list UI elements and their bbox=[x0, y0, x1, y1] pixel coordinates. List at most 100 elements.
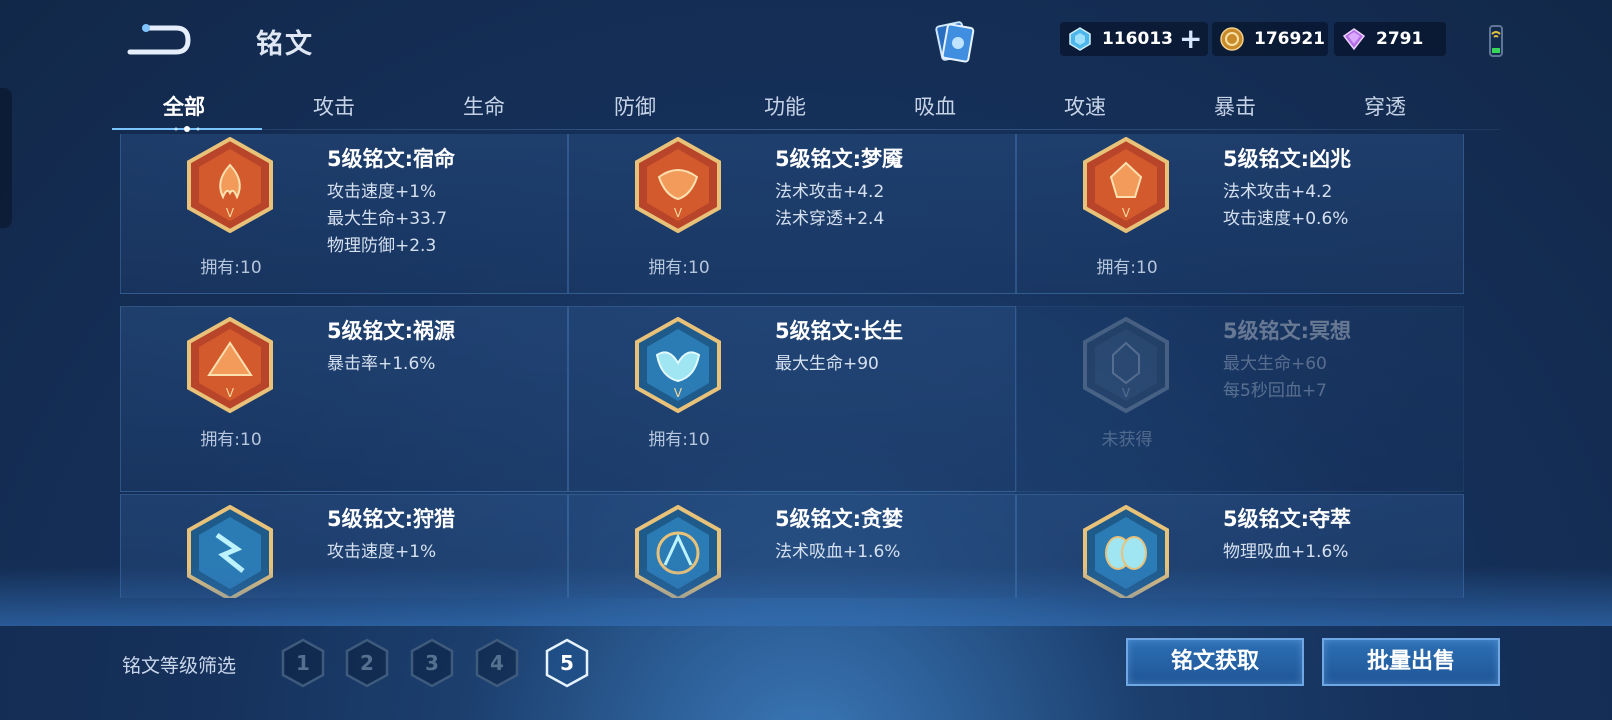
rune-card[interactable]: V 5级铭文:祸源 暴击率+1.6% 拥有:10 bbox=[120, 306, 568, 492]
rune-stats: 最大生命+60 每5秒回血+7 bbox=[1223, 351, 1327, 405]
rune-hunt-icon bbox=[187, 505, 273, 598]
ticket-balance: 116013 + bbox=[1060, 22, 1208, 56]
rune-name: 5级铭文:冥想 bbox=[1223, 319, 1352, 343]
rune-owned-count: 拥有:10 bbox=[648, 258, 710, 278]
tab-health[interactable]: 生命 bbox=[424, 88, 544, 126]
add-currency-button[interactable]: + bbox=[1179, 25, 1202, 53]
rune-name: 5级铭文:长生 bbox=[775, 319, 904, 343]
rune-stats: 物理吸血+1.6% bbox=[1223, 539, 1348, 566]
network-status-icon bbox=[1484, 24, 1508, 58]
rune-card[interactable]: 5级铭文:贪婪 法术吸血+1.6% bbox=[568, 494, 1016, 598]
level-filter-3[interactable]: 3 bbox=[409, 638, 455, 688]
category-tabs: 全部 攻击 生命 防御 功能 吸血 攻速 暴击 穿透 bbox=[112, 88, 1500, 132]
tab-utility[interactable]: 功能 bbox=[725, 88, 845, 126]
rune-name: 5级铭文:夺萃 bbox=[1223, 507, 1352, 531]
level-filter-4[interactable]: 4 bbox=[474, 638, 520, 688]
rune-stat: 最大生命+90 bbox=[775, 354, 879, 374]
level-filter-label: 铭文等级筛选 bbox=[122, 655, 237, 677]
rune-card[interactable]: V 5级铭文:宿命 攻击速度+1% 最大生命+33.7 物理防御+2.3 拥有:… bbox=[120, 134, 568, 294]
level-number: 1 bbox=[296, 651, 310, 675]
rune-stats: 法术攻击+4.2 法术穿透+2.4 bbox=[775, 179, 884, 233]
tab-all[interactable]: 全部 bbox=[124, 88, 244, 126]
back-arrow-icon bbox=[127, 24, 191, 55]
rune-card[interactable]: 5级铭文:狩猎 攻击速度+1% bbox=[120, 494, 568, 598]
rune-stat: 法术穿透+2.4 bbox=[775, 209, 885, 229]
active-tab-indicator bbox=[112, 126, 262, 132]
rune-stats: 暴击率+1.6% bbox=[327, 351, 435, 378]
rune-stat: 法术吸血+1.6% bbox=[775, 542, 901, 562]
rune-card[interactable]: V 5级铭文:长生 最大生命+90 拥有:10 bbox=[568, 306, 1016, 492]
svg-text:V: V bbox=[1122, 386, 1131, 400]
gold-coin-icon bbox=[1220, 27, 1244, 51]
gold-balance: 176921 bbox=[1212, 22, 1328, 56]
rune-fate-icon: V bbox=[187, 137, 273, 233]
ticket-value: 116013 bbox=[1102, 29, 1173, 49]
level-filter-1[interactable]: 1 bbox=[280, 638, 326, 688]
side-handle[interactable] bbox=[0, 88, 12, 228]
rune-stat: 物理吸血+1.6% bbox=[1223, 542, 1349, 562]
rune-name: 5级铭文:凶兆 bbox=[1223, 147, 1352, 171]
page-title: 铭文 bbox=[256, 29, 314, 60]
rune-name: 5级铭文:贪婪 bbox=[775, 507, 904, 531]
rune-greed-icon bbox=[635, 505, 721, 598]
rune-owned-count: 拥有:10 bbox=[200, 430, 262, 450]
rune-name: 5级铭文:宿命 bbox=[327, 147, 456, 171]
bulk-sell-button[interactable]: 批量出售 bbox=[1322, 638, 1500, 686]
svg-text:V: V bbox=[674, 386, 683, 400]
rune-owned-count: 未获得 bbox=[1101, 430, 1153, 450]
rune-name: 5级铭文:狩猎 bbox=[327, 507, 456, 531]
rune-stats: 法术吸血+1.6% bbox=[775, 539, 900, 566]
rune-book-icon[interactable] bbox=[927, 18, 979, 66]
rune-stats: 攻击速度+1% bbox=[327, 539, 436, 566]
rune-stat: 法术攻击+4.2 bbox=[775, 182, 885, 202]
tab-penetration[interactable]: 穿透 bbox=[1325, 88, 1445, 126]
gold-value: 176921 bbox=[1254, 29, 1325, 49]
rune-name: 5级铭文:梦魇 bbox=[775, 147, 904, 171]
level-number: 5 bbox=[560, 651, 574, 675]
diamond-balance: 2791 bbox=[1334, 22, 1446, 56]
rune-stats: 攻击速度+1% 最大生命+33.7 物理防御+2.3 bbox=[327, 179, 447, 260]
diamond-icon bbox=[1342, 28, 1366, 51]
rune-card[interactable]: 5级铭文:夺萃 物理吸血+1.6% bbox=[1016, 494, 1464, 598]
tab-lifesteal[interactable]: 吸血 bbox=[875, 88, 995, 126]
rune-stats: 最大生命+90 bbox=[775, 351, 879, 378]
rune-stat: 攻击速度+1% bbox=[327, 542, 437, 562]
rune-card[interactable]: V 5级铭文:凶兆 法术攻击+4.2 攻击速度+0.6% 拥有:10 bbox=[1016, 134, 1464, 294]
level-number: 2 bbox=[360, 651, 374, 675]
level-number: 3 bbox=[425, 651, 439, 675]
rune-meditation-icon: V bbox=[1083, 317, 1169, 413]
rune-card[interactable]: V 5级铭文:梦魇 法术攻击+4.2 法术穿透+2.4 拥有:10 bbox=[568, 134, 1016, 294]
level-filter-5[interactable]: 5 bbox=[544, 638, 590, 688]
rune-plunder-icon bbox=[1083, 505, 1169, 598]
rune-owned-count: 拥有:10 bbox=[200, 258, 262, 278]
tab-attack-speed[interactable]: 攻速 bbox=[1025, 88, 1145, 126]
level-filter-2[interactable]: 2 bbox=[344, 638, 390, 688]
top-bar: 铭文 116013 + 176921 2791 bbox=[0, 0, 1612, 84]
svg-text:V: V bbox=[1122, 206, 1131, 220]
tabs-divider bbox=[112, 129, 1500, 130]
rune-stat: 每5秒回血+7 bbox=[1223, 381, 1327, 401]
rune-calamity-icon: V bbox=[187, 317, 273, 413]
rune-stat: 最大生命+33.7 bbox=[327, 209, 448, 229]
obtain-runes-button[interactable]: 铭文获取 bbox=[1126, 638, 1304, 686]
rune-stats: 法术攻击+4.2 攻击速度+0.6% bbox=[1223, 179, 1348, 233]
ticket-icon bbox=[1069, 27, 1091, 51]
svg-text:V: V bbox=[226, 386, 235, 400]
rune-card[interactable]: V 5级铭文:冥想 最大生命+60 每5秒回血+7 未获得 bbox=[1016, 306, 1464, 492]
rune-stat: 最大生命+60 bbox=[1223, 354, 1327, 374]
tab-defense[interactable]: 防御 bbox=[575, 88, 695, 126]
svg-text:V: V bbox=[674, 206, 683, 220]
tab-attack[interactable]: 攻击 bbox=[274, 88, 394, 126]
rune-stat: 物理防御+2.3 bbox=[327, 236, 437, 256]
back-button[interactable] bbox=[124, 20, 194, 60]
rune-grid: V 5级铭文:宿命 攻击速度+1% 最大生命+33.7 物理防御+2.3 拥有:… bbox=[120, 134, 1494, 598]
diamond-value: 2791 bbox=[1376, 29, 1424, 49]
rune-owned-count: 拥有:10 bbox=[648, 430, 710, 450]
svg-text:V: V bbox=[226, 206, 235, 220]
tab-critical[interactable]: 暴击 bbox=[1175, 88, 1295, 126]
rune-stat: 攻击速度+0.6% bbox=[1223, 209, 1349, 229]
rune-longevity-icon: V bbox=[635, 317, 721, 413]
level-number: 4 bbox=[490, 651, 504, 675]
rune-nightmare-icon: V bbox=[635, 137, 721, 233]
rune-owned-count: 拥有:10 bbox=[1096, 258, 1158, 278]
